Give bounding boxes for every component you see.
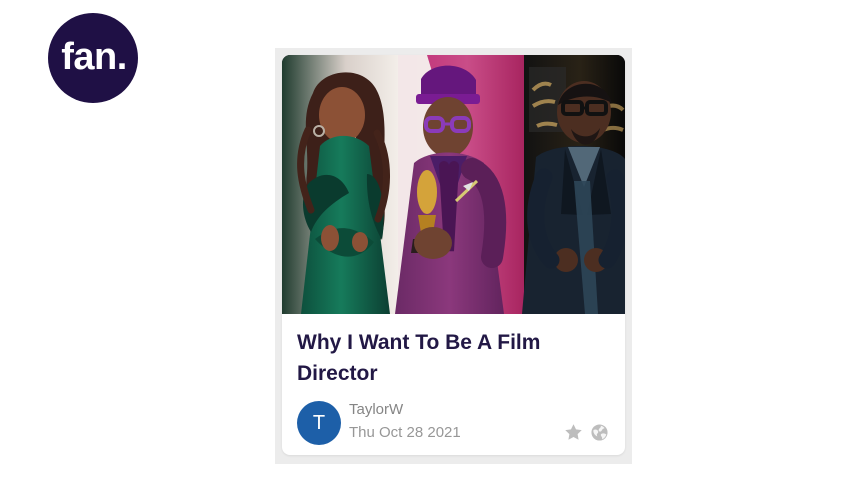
article-card[interactable]: Why I Want To Be A Film Director T Taylo… <box>282 55 625 455</box>
fan-logo[interactable]: fan. <box>48 13 138 103</box>
article-title[interactable]: Why I Want To Be A Film Director <box>297 327 607 389</box>
page: fan. Why I Want To Be A Film Director T … <box>0 0 861 480</box>
film-director-photo-collage <box>282 55 625 314</box>
star-icon <box>565 424 582 440</box>
author-avatar[interactable]: T <box>297 401 341 445</box>
public-visibility-button[interactable] <box>589 422 610 443</box>
fan-logo-text: fan. <box>61 35 127 78</box>
article-card-container: Why I Want To Be A Film Director T Taylo… <box>275 48 632 464</box>
author-name[interactable]: TaylorW <box>349 401 403 419</box>
favorite-button[interactable] <box>563 422 584 443</box>
article-image[interactable] <box>282 55 625 314</box>
globe-icon <box>591 424 608 441</box>
article-date: Thu Oct 28 2021 <box>349 424 461 441</box>
